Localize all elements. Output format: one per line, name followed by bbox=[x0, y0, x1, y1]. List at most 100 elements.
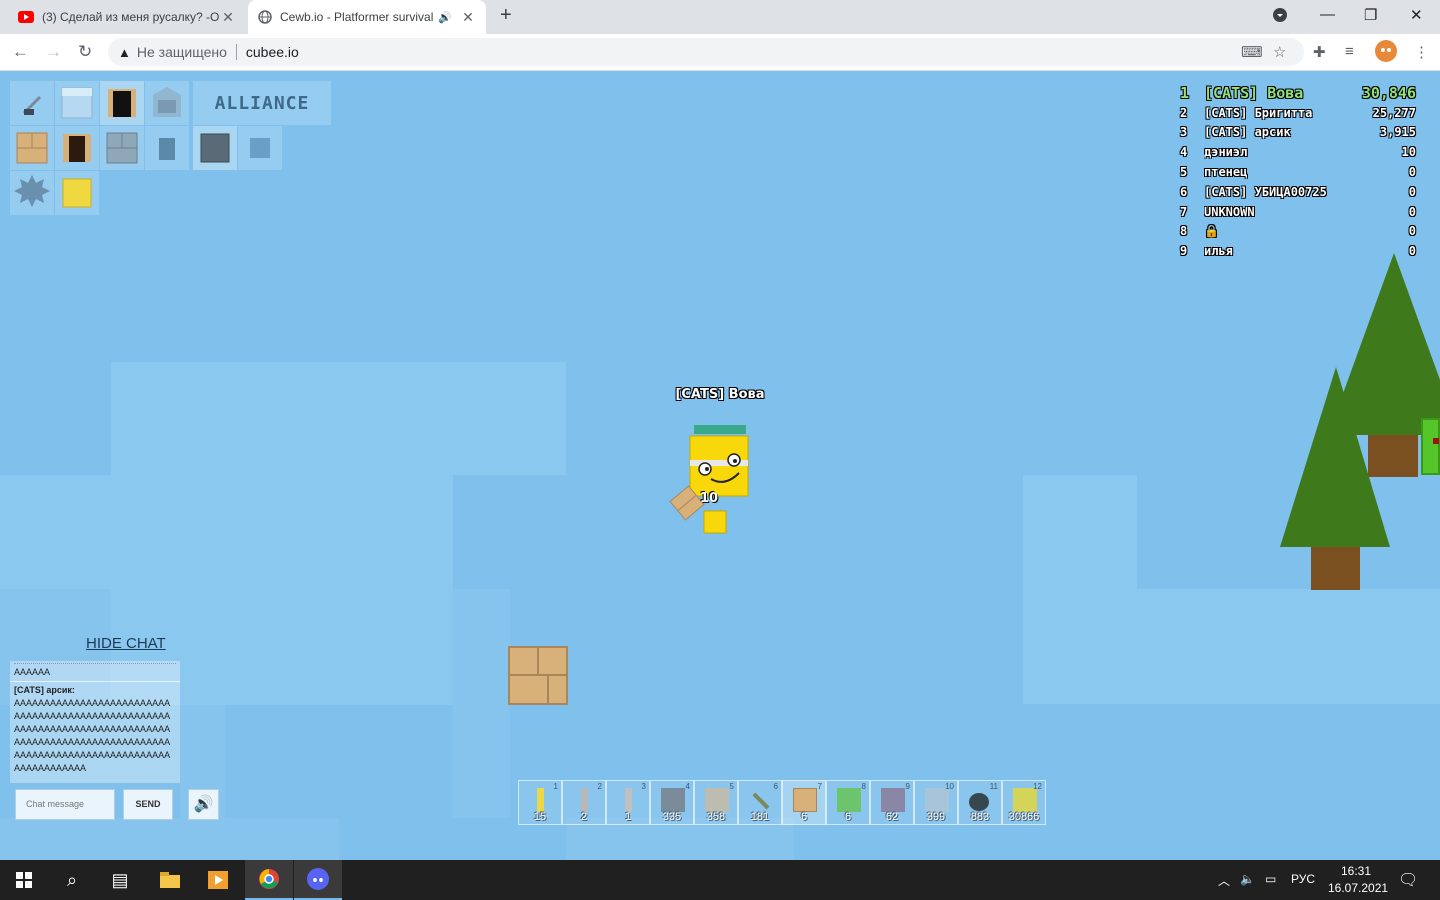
build-slot-door[interactable] bbox=[100, 81, 144, 125]
forward-icon[interactable]: → bbox=[45, 42, 62, 62]
build-slot-spikes[interactable] bbox=[10, 171, 54, 215]
url-text[interactable]: cubee.io bbox=[246, 44, 299, 60]
leaderboard: 1 [CATS] Вова 30,846 2 [CATS] Бригитта 25,277… bbox=[1180, 83, 1416, 261]
leaderboard-score: 0 bbox=[1408, 204, 1416, 219]
hotbar-key: 10 bbox=[945, 782, 954, 791]
build-slot-metal[interactable] bbox=[193, 126, 237, 170]
hotbar-slot[interactable]: 4 335 bbox=[650, 780, 694, 825]
translate-icon[interactable]: ⌨ bbox=[1241, 43, 1263, 61]
profile-avatar-icon[interactable] bbox=[1375, 40, 1397, 66]
close-window-icon[interactable]: ✕ bbox=[1410, 6, 1423, 24]
hotbar-slot[interactable]: 76 bbox=[782, 780, 826, 825]
hotbar-count: 335 bbox=[662, 811, 682, 823]
tab-cewb[interactable]: Cewb.io - Platformer survival 🔊 ✕ bbox=[248, 0, 486, 34]
hotbar-item-icon bbox=[625, 788, 632, 812]
close-tab-icon[interactable]: ✕ bbox=[460, 9, 476, 26]
hotbar-slot[interactable]: 12 30866 bbox=[1002, 780, 1046, 825]
build-slot-stone-door[interactable] bbox=[145, 126, 189, 170]
leaderboard-score: 25,277 bbox=[1372, 105, 1416, 120]
hotbar-count: 6 bbox=[844, 811, 852, 823]
speaker-icon[interactable]: 🔊 bbox=[438, 11, 452, 24]
leaderboard-row: 1 [CATS] Вова 30,846 bbox=[1180, 83, 1416, 103]
media-player-icon[interactable] bbox=[194, 860, 242, 900]
hotbar-slot[interactable]: 86 bbox=[826, 780, 870, 825]
hotbar-item-icon bbox=[1013, 788, 1037, 812]
hide-chat-link[interactable]: HIDE CHAT bbox=[86, 635, 166, 652]
extensions-icon[interactable]: ✚ bbox=[1313, 43, 1326, 61]
security-label[interactable]: Не защищено bbox=[137, 44, 227, 60]
leaderboard-row: 6 [CATS] УБИЦА00725 0 bbox=[1180, 182, 1416, 202]
browser-tab-bar: (3) Сделай из меня русалку? -Ol ✕ Cewb.i… bbox=[0, 0, 1440, 34]
send-button[interactable]: SEND bbox=[123, 789, 173, 820]
leaderboard-name: 🔒 bbox=[1204, 224, 1219, 239]
alliance-button[interactable]: ALLIANCE bbox=[193, 81, 331, 125]
hotbar-slot[interactable]: 11 883 bbox=[958, 780, 1002, 825]
hotbar-item-icon bbox=[537, 788, 544, 812]
media-control-icon[interactable]: ≡ bbox=[1345, 43, 1354, 60]
youtube-icon bbox=[18, 11, 34, 23]
tab-search-icon[interactable] bbox=[1273, 8, 1287, 26]
volume-icon[interactable]: 🔈 bbox=[1240, 872, 1255, 886]
windows-start-icon[interactable] bbox=[0, 860, 48, 900]
build-slot-metal-door[interactable] bbox=[238, 126, 282, 170]
hotbar-slot[interactable]: 31 bbox=[606, 780, 650, 825]
hotbar-key: 3 bbox=[641, 782, 646, 791]
door-icon bbox=[63, 134, 91, 162]
leaderboard-rank: 3 bbox=[1180, 125, 1188, 140]
leaderboard-score: 0 bbox=[1408, 224, 1416, 239]
glass-block-icon bbox=[61, 87, 93, 119]
wood-block[interactable] bbox=[508, 646, 568, 705]
hotbar-item-icon bbox=[881, 788, 905, 812]
hotbar-slot[interactable]: 5 358 bbox=[694, 780, 738, 825]
tray-expand-icon[interactable]: ︿ bbox=[1218, 872, 1230, 889]
leaderboard-rank: 1 bbox=[1180, 83, 1190, 102]
build-slot-wood-wall[interactable] bbox=[10, 126, 54, 170]
hotbar-slot[interactable]: 9 62 bbox=[870, 780, 914, 825]
chat-message-text: AAAAAA bbox=[14, 667, 51, 677]
address-bar[interactable]: ▲ Не защищено cubee.io bbox=[108, 38, 1304, 66]
file-explorer-icon[interactable] bbox=[146, 860, 194, 900]
hotbar-slot[interactable]: 1 15 bbox=[518, 780, 562, 825]
clock[interactable]: 16:31 16.07.2021 bbox=[1328, 864, 1388, 895]
build-slot-hammer[interactable] bbox=[10, 81, 54, 125]
chat-message-text: AAAAAAAAAAAAAAAAAAAAAAAAAAAAAAAAAAAAAAAA… bbox=[14, 698, 171, 773]
leaderboard-name: птенец bbox=[1204, 165, 1248, 180]
zombie-enemy[interactable] bbox=[1421, 418, 1440, 475]
network-icon[interactable]: ▭ bbox=[1265, 872, 1276, 886]
build-slot-wood-door[interactable] bbox=[55, 126, 99, 170]
hotbar-slot[interactable]: 10 399 bbox=[914, 780, 958, 825]
chat-input[interactable]: Chat message bbox=[15, 789, 115, 820]
build-slot-glass[interactable] bbox=[55, 81, 99, 125]
build-slot-house[interactable] bbox=[145, 81, 189, 125]
chrome-icon[interactable] bbox=[245, 860, 293, 900]
hotbar-slot[interactable]: 6 181 bbox=[738, 780, 782, 825]
hotbar-item-icon bbox=[793, 788, 817, 812]
new-tab-icon[interactable]: + bbox=[500, 4, 512, 27]
leaderboard-name: дэниэл bbox=[1204, 145, 1248, 160]
hotbar-slot[interactable]: 22 bbox=[562, 780, 606, 825]
notifications-icon[interactable]: 🗨 bbox=[1398, 870, 1418, 890]
player-character[interactable] bbox=[665, 421, 775, 541]
reload-icon[interactable]: ↻ bbox=[78, 42, 92, 62]
build-slot-stone-wall[interactable] bbox=[100, 126, 144, 170]
tab-youtube[interactable]: (3) Сделай из меня русалку? -Ol ✕ bbox=[8, 0, 246, 34]
sound-toggle-icon[interactable]: 🔊 bbox=[188, 789, 219, 820]
hotbar-item-icon bbox=[969, 793, 989, 811]
leaderboard-name: [CATS] Вова bbox=[1204, 83, 1304, 102]
minimize-icon[interactable]: — bbox=[1320, 6, 1335, 23]
search-icon[interactable]: ⌕ bbox=[48, 860, 96, 900]
language-indicator[interactable]: РУС bbox=[1291, 872, 1315, 886]
close-tab-icon[interactable]: ✕ bbox=[220, 9, 236, 26]
menu-dots-icon[interactable]: ⋮ bbox=[1414, 43, 1429, 61]
leaderboard-rank: 6 bbox=[1180, 184, 1188, 199]
back-icon[interactable]: ← bbox=[12, 42, 29, 62]
task-view-icon[interactable]: ▤ bbox=[96, 860, 144, 900]
divider bbox=[10, 681, 180, 682]
game-canvas[interactable]: ALLIANCE 1 [CATS] Вова 30,846 2 [CATS] Бриги… bbox=[0, 71, 1440, 860]
warning-icon[interactable]: ▲ bbox=[118, 45, 131, 60]
restore-icon[interactable]: ❐ bbox=[1364, 6, 1377, 24]
chat-log: AAAAAA [CATS] арсик: AAAAAAAAAAAAAAAAAAAA… bbox=[10, 661, 180, 783]
build-slot-gold[interactable] bbox=[55, 171, 99, 215]
bookmark-star-icon[interactable]: ☆ bbox=[1273, 43, 1286, 61]
discord-icon[interactable] bbox=[294, 860, 342, 900]
